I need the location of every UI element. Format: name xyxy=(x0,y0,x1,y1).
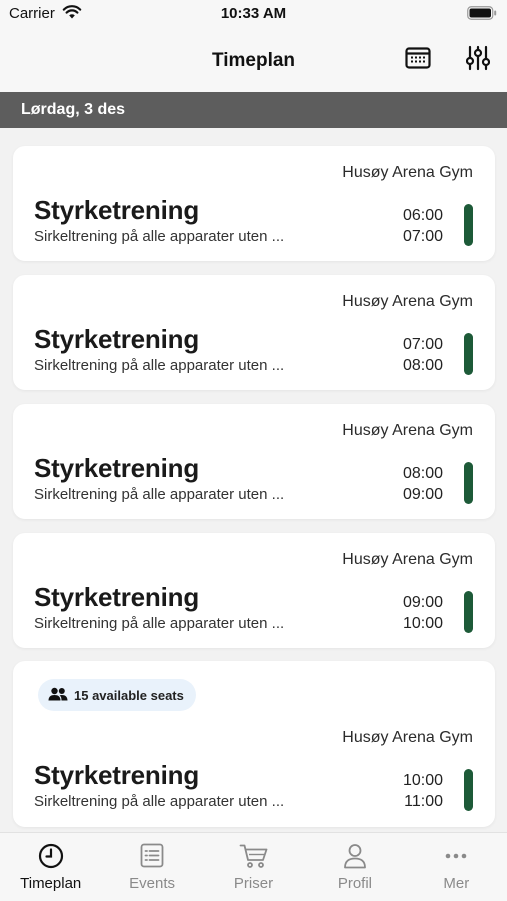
tab-mer[interactable]: Mer xyxy=(406,833,507,901)
battery-icon xyxy=(467,6,497,25)
session-title: Styrketrening xyxy=(34,582,200,612)
tab-timeplan[interactable]: Timeplan xyxy=(0,833,101,901)
session-status-indicator xyxy=(464,462,473,504)
session-venue: Husøy Arena Gym xyxy=(342,422,473,439)
status-bar: Carrier 10:33 AM xyxy=(0,0,507,28)
tab-label: Events xyxy=(129,875,176,892)
tab-priser[interactable]: Priser xyxy=(203,833,304,901)
session-start-time: 07:00 xyxy=(402,336,443,353)
session-venue: Husøy Arena Gym xyxy=(342,293,473,310)
filter-button[interactable] xyxy=(463,45,493,75)
session-list[interactable]: Husøy Arena Gym Styrketrening Sirkeltren… xyxy=(0,128,507,832)
session-description: Sirkeltrening på alle apparater uten ... xyxy=(34,615,285,632)
session-times: 06:00 07:00 xyxy=(403,205,443,247)
tab-profil[interactable]: Profil xyxy=(304,833,405,901)
session-status-indicator xyxy=(464,204,473,246)
session-end-time: 10:00 xyxy=(402,615,443,632)
session-start-time: 10:00 xyxy=(402,772,443,789)
session-venue: Husøy Arena Gym xyxy=(342,729,473,746)
session-description: Sirkeltrening på alle apparater uten ... xyxy=(34,228,285,245)
clock-icon xyxy=(0,843,101,869)
session-times: 10:00 11:00 xyxy=(403,770,443,812)
session-description: Sirkeltrening på alle apparater uten ... xyxy=(34,357,285,374)
session-status-indicator xyxy=(464,591,473,633)
people-icon xyxy=(48,687,68,704)
list-icon xyxy=(101,843,202,869)
session-times: 07:00 08:00 xyxy=(403,334,443,376)
session-description: Sirkeltrening på alle apparater uten ... xyxy=(34,793,285,810)
session-end-time: 09:00 xyxy=(402,486,443,503)
session-start-time: 09:00 xyxy=(402,594,443,611)
person-icon xyxy=(304,843,405,869)
session-card[interactable]: Husøy Arena Gym Styrketrening Sirkeltren… xyxy=(13,275,495,390)
session-end-time: 08:00 xyxy=(402,357,443,374)
session-end-time: 11:00 xyxy=(404,793,443,810)
available-seats-label: 15 available seats xyxy=(74,687,184,703)
session-card[interactable]: Husøy Arena Gym Styrketrening Sirkeltren… xyxy=(13,146,495,261)
cart-icon xyxy=(203,843,304,869)
available-seats-badge: 15 available seats xyxy=(38,679,196,711)
tab-label: Timeplan xyxy=(20,875,82,892)
session-start-time: 08:00 xyxy=(402,465,443,482)
session-description: Sirkeltrening på alle apparater uten ... xyxy=(34,486,285,503)
tab-label: Mer xyxy=(443,875,470,892)
date-section-header: Lørdag, 3 des xyxy=(0,92,507,128)
session-venue: Husøy Arena Gym xyxy=(342,551,473,568)
session-title: Styrketrening xyxy=(34,324,200,354)
session-card[interactable]: 15 available seats Husøy Arena Gym Styrk… xyxy=(13,661,495,827)
session-start-time: 06:00 xyxy=(402,207,443,224)
session-status-indicator xyxy=(464,333,473,375)
session-end-time: 07:00 xyxy=(402,228,443,245)
session-title: Styrketrening xyxy=(34,195,200,225)
more-icon xyxy=(406,843,507,869)
session-card[interactable]: Husøy Arena Gym Styrketrening Sirkeltren… xyxy=(13,533,495,648)
calendar-icon xyxy=(405,46,431,75)
session-title: Styrketrening xyxy=(34,453,200,483)
session-status-indicator xyxy=(464,769,473,811)
session-times: 09:00 10:00 xyxy=(403,592,443,634)
session-times: 08:00 09:00 xyxy=(403,463,443,505)
tab-label: Priser xyxy=(233,875,274,892)
navigation-bar: Timeplan xyxy=(0,28,507,92)
tab-events[interactable]: Events xyxy=(101,833,202,901)
clock-time: 10:33 AM xyxy=(220,5,287,22)
session-venue: Husøy Arena Gym xyxy=(342,164,473,181)
tab-bar: Timeplan Events Priser Profil Mer xyxy=(0,832,507,901)
sliders-icon xyxy=(465,45,491,76)
session-title: Styrketrening xyxy=(34,760,200,790)
session-card[interactable]: Husøy Arena Gym Styrketrening Sirkeltren… xyxy=(13,404,495,519)
tab-label: Profil xyxy=(337,875,373,892)
calendar-button[interactable] xyxy=(403,45,433,75)
